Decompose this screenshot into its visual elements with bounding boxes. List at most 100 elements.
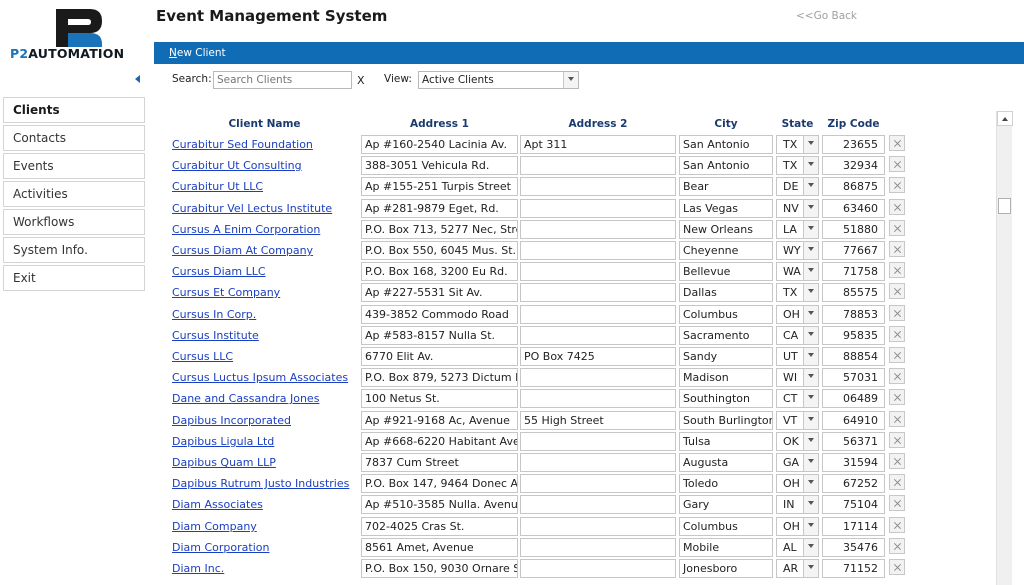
delete-x-icon[interactable] xyxy=(889,305,905,321)
state-select[interactable]: LA xyxy=(776,220,819,239)
delete-x-icon[interactable] xyxy=(889,156,905,172)
delete-x-icon[interactable] xyxy=(889,538,905,554)
address-2-field[interactable] xyxy=(520,326,676,345)
address-1-field[interactable]: P.O. Box 713, 5277 Nec, Stree xyxy=(361,220,518,239)
client-name-link[interactable]: Cursus Institute xyxy=(172,329,259,342)
state-dropdown-button[interactable] xyxy=(803,412,818,429)
state-dropdown-button[interactable] xyxy=(803,496,818,513)
client-name-link[interactable]: Cursus Et Company xyxy=(172,286,280,299)
client-name-link[interactable]: Cursus Luctus Ipsum Associates xyxy=(172,371,348,384)
state-select[interactable]: OH xyxy=(776,305,819,324)
state-select[interactable]: IN xyxy=(776,495,819,514)
state-select[interactable]: VT xyxy=(776,411,819,430)
delete-x-icon[interactable] xyxy=(889,453,905,469)
client-name-link[interactable]: Cursus LLC xyxy=(172,350,233,363)
zip-code-field[interactable]: 51880 xyxy=(822,220,885,239)
zip-code-field[interactable]: 95835 xyxy=(822,326,885,345)
city-field[interactable]: Sacramento xyxy=(679,326,773,345)
address-1-field[interactable]: P.O. Box 168, 3200 Eu Rd. xyxy=(361,262,518,281)
zip-code-field[interactable]: 32934 xyxy=(822,156,885,175)
state-dropdown-button[interactable] xyxy=(803,284,818,301)
client-name-link[interactable]: Cursus A Enim Corporation xyxy=(172,223,320,236)
delete-x-icon[interactable] xyxy=(889,199,905,215)
state-dropdown-button[interactable] xyxy=(803,390,818,407)
address-2-field[interactable] xyxy=(520,432,676,451)
client-name-link[interactable]: Diam Associates xyxy=(172,498,263,511)
client-name-link[interactable]: Diam Inc. xyxy=(172,562,224,575)
state-dropdown-button[interactable] xyxy=(803,200,818,217)
address-1-field[interactable]: Ap #155-251 Turpis Street xyxy=(361,177,518,196)
address-2-field[interactable] xyxy=(520,220,676,239)
client-name-link[interactable]: Curabitur Ut LLC xyxy=(172,180,263,193)
state-dropdown-button[interactable] xyxy=(803,263,818,280)
city-field[interactable]: Bellevue xyxy=(679,262,773,281)
state-select[interactable]: CA xyxy=(776,326,819,345)
address-1-field[interactable]: Ap #668-6220 Habitant Ave xyxy=(361,432,518,451)
state-dropdown-button[interactable] xyxy=(803,327,818,344)
zip-code-field[interactable]: 31594 xyxy=(822,453,885,472)
address-2-field[interactable] xyxy=(520,156,676,175)
state-select[interactable]: OH xyxy=(776,517,819,536)
view-dropdown-button[interactable] xyxy=(563,72,578,88)
address-1-field[interactable]: 8561 Amet, Avenue xyxy=(361,538,518,557)
delete-x-icon[interactable] xyxy=(889,262,905,278)
zip-code-field[interactable]: 86875 xyxy=(822,177,885,196)
city-field[interactable]: Madison xyxy=(679,368,773,387)
city-field[interactable]: Augusta xyxy=(679,453,773,472)
state-select[interactable]: TX xyxy=(776,156,819,175)
state-select[interactable]: CT xyxy=(776,389,819,408)
address-2-field[interactable] xyxy=(520,283,676,302)
state-dropdown-button[interactable] xyxy=(803,221,818,238)
address-2-field[interactable]: 55 High Street xyxy=(520,411,676,430)
scroll-thumb[interactable] xyxy=(998,198,1011,214)
state-select[interactable]: UT xyxy=(776,347,819,366)
state-select[interactable]: NV xyxy=(776,199,819,218)
delete-x-icon[interactable] xyxy=(889,474,905,490)
delete-x-icon[interactable] xyxy=(889,347,905,363)
search-input[interactable] xyxy=(213,71,352,89)
zip-code-field[interactable]: 64910 xyxy=(822,411,885,430)
address-2-field[interactable] xyxy=(520,199,676,218)
address-2-field[interactable] xyxy=(520,305,676,324)
delete-x-icon[interactable] xyxy=(889,177,905,193)
state-dropdown-button[interactable] xyxy=(803,454,818,471)
zip-code-field[interactable]: 63460 xyxy=(822,199,885,218)
address-2-field[interactable] xyxy=(520,241,676,260)
city-field[interactable]: Jonesboro xyxy=(679,559,773,578)
address-1-field[interactable]: 439-3852 Commodo Road xyxy=(361,305,518,324)
client-name-link[interactable]: Dapibus Rutrum Justo Industries xyxy=(172,477,349,490)
address-1-field[interactable]: 702-4025 Cras St. xyxy=(361,517,518,536)
view-select[interactable]: Active Clients xyxy=(418,71,579,89)
zip-code-field[interactable]: 06489 xyxy=(822,389,885,408)
state-dropdown-button[interactable] xyxy=(803,178,818,195)
address-2-field[interactable] xyxy=(520,453,676,472)
delete-x-icon[interactable] xyxy=(889,220,905,236)
delete-x-icon[interactable] xyxy=(889,517,905,533)
delete-x-icon[interactable] xyxy=(889,389,905,405)
delete-x-icon[interactable] xyxy=(889,559,905,575)
client-name-link[interactable]: Cursus In Corp. xyxy=(172,308,256,321)
address-2-field[interactable] xyxy=(520,559,676,578)
address-2-field[interactable] xyxy=(520,474,676,493)
state-dropdown-button[interactable] xyxy=(803,369,818,386)
state-dropdown-button[interactable] xyxy=(803,518,818,535)
address-1-field[interactable]: Ap #160-2540 Lacinia Av. xyxy=(361,135,518,154)
state-dropdown-button[interactable] xyxy=(803,475,818,492)
state-select[interactable]: WY xyxy=(776,241,819,260)
client-name-link[interactable]: Curabitur Vel Lectus Institute xyxy=(172,202,332,215)
state-select[interactable]: OK xyxy=(776,432,819,451)
address-1-field[interactable]: 7837 Cum Street xyxy=(361,453,518,472)
city-field[interactable]: San Antonio xyxy=(679,156,773,175)
address-1-field[interactable]: P.O. Box 147, 9464 Donec Av. xyxy=(361,474,518,493)
state-dropdown-button[interactable] xyxy=(803,306,818,323)
zip-code-field[interactable]: 35476 xyxy=(822,538,885,557)
city-field[interactable]: Mobile xyxy=(679,538,773,557)
state-dropdown-button[interactable] xyxy=(803,560,818,577)
address-1-field[interactable]: P.O. Box 879, 5273 Dictum Rd xyxy=(361,368,518,387)
state-select[interactable]: GA xyxy=(776,453,819,472)
delete-x-icon[interactable] xyxy=(889,411,905,427)
address-1-field[interactable]: Ap #583-8157 Nulla St. xyxy=(361,326,518,345)
zip-code-field[interactable]: 88854 xyxy=(822,347,885,366)
zip-code-field[interactable]: 71152 xyxy=(822,559,885,578)
address-1-field[interactable]: 100 Netus St. xyxy=(361,389,518,408)
